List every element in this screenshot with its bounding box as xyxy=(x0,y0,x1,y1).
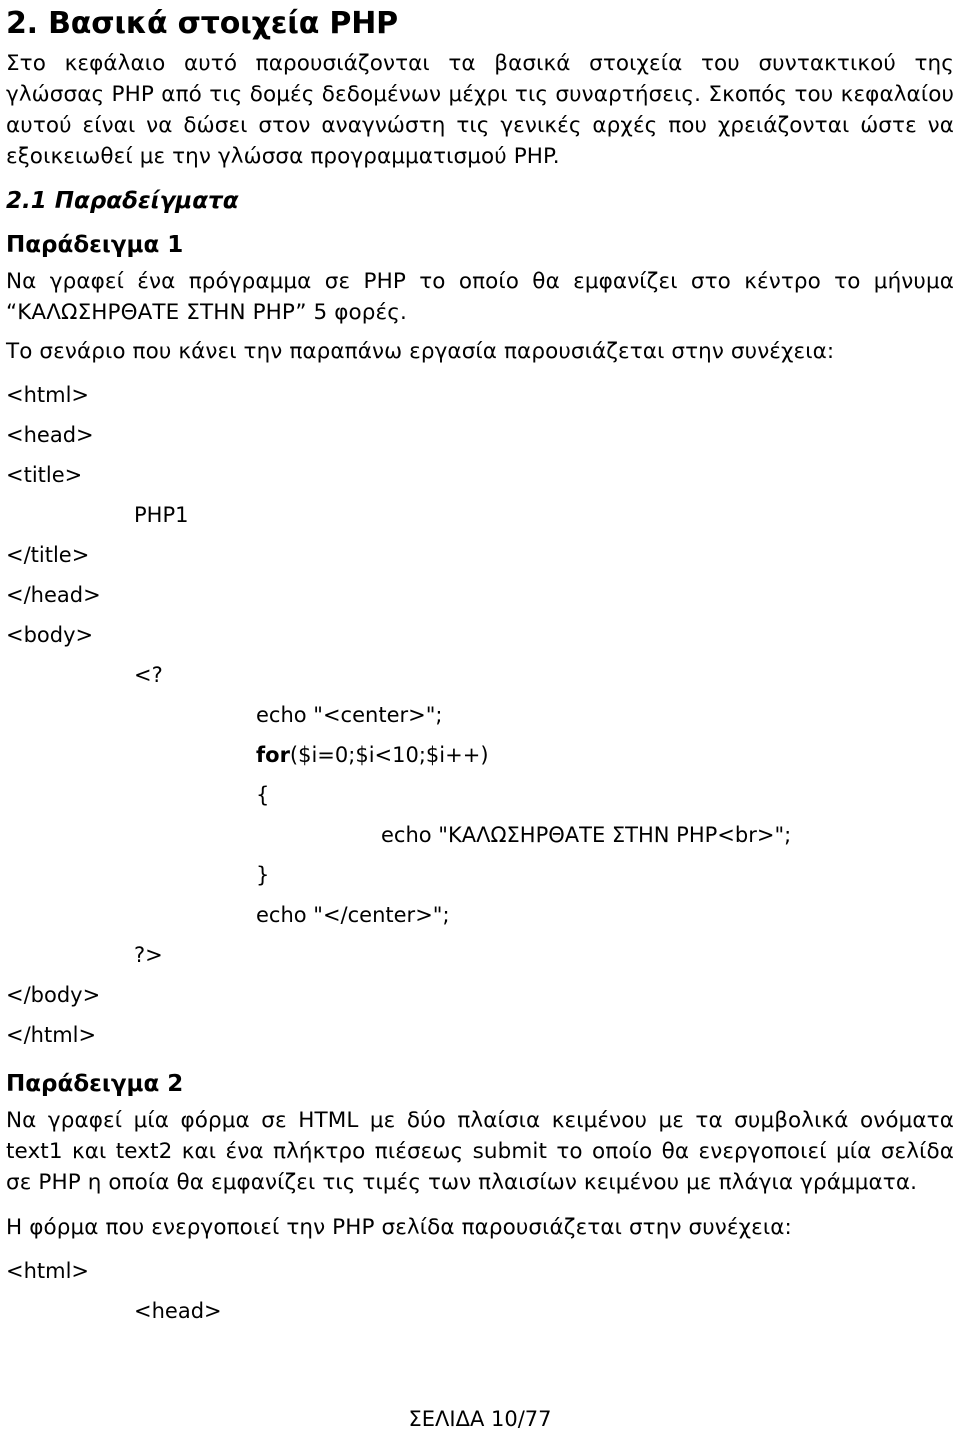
code-line: } xyxy=(256,863,270,887)
code-line: <head> xyxy=(134,1299,222,1323)
code-line: </title> xyxy=(6,543,90,567)
code-line: echo "</center>"; xyxy=(256,903,450,927)
code-line: </head> xyxy=(6,583,101,607)
code-line: echo "ΚΑΛΩΣΗΡΘΑΤΕ ΣΤΗΝ PHP<br>"; xyxy=(381,823,792,847)
code-line: for($i=0;$i<10;$i++) xyxy=(256,743,489,767)
code-line: <head> xyxy=(6,423,94,447)
code-keyword: for xyxy=(256,743,290,767)
example-1-statement: Να γραφεί ένα πρόγραμμα σε PHP το οποίο … xyxy=(6,269,954,325)
section-heading-2-1: 2.1 Παραδείγματα xyxy=(6,188,239,214)
code-line: <html> xyxy=(6,383,90,407)
example-1-heading: Παράδειγμα 1 xyxy=(6,232,184,258)
code-line: PHP1 xyxy=(134,503,189,527)
example-2-statement: Να γραφεί μία φόρμα σε HTML με δύο πλαίσ… xyxy=(6,1108,954,1195)
example-1-lead-in: Το σενάριο που κάνει την παραπάνω εργασί… xyxy=(6,339,835,364)
example-2-heading: Παράδειγμα 2 xyxy=(6,1071,184,1097)
example-2-lead-in: Η φόρμα που ενεργοποιεί την PHP σελίδα π… xyxy=(6,1215,792,1240)
code-line: { xyxy=(256,783,270,807)
intro-paragraph: Στο κεφάλαιο αυτό παρουσιάζονται τα βασι… xyxy=(6,51,954,169)
page-footer: ΣΕΛΙΔΑ 10/77 xyxy=(408,1407,552,1431)
code-line: </html> xyxy=(6,1023,97,1047)
document-page: 2. Βασικά στοιχεία PHP Στο κεφάλαιο αυτό… xyxy=(0,0,960,1440)
page-title: 2. Βασικά στοιχεία PHP xyxy=(6,6,398,41)
code-line: <html> xyxy=(6,1259,90,1283)
code-line: <body> xyxy=(6,623,94,647)
code-line: <? xyxy=(134,663,163,687)
code-line: echo "<center>"; xyxy=(256,703,443,727)
code-line: <title> xyxy=(6,463,83,487)
code-line: ?> xyxy=(134,943,163,967)
example-1-code-block: <html> <head> <title> PHP1 </title> </head> <b… xyxy=(6,375,954,1055)
example-2-code-block: <html> <head> xyxy=(6,1251,954,1331)
code-line: </body> xyxy=(6,983,101,1007)
